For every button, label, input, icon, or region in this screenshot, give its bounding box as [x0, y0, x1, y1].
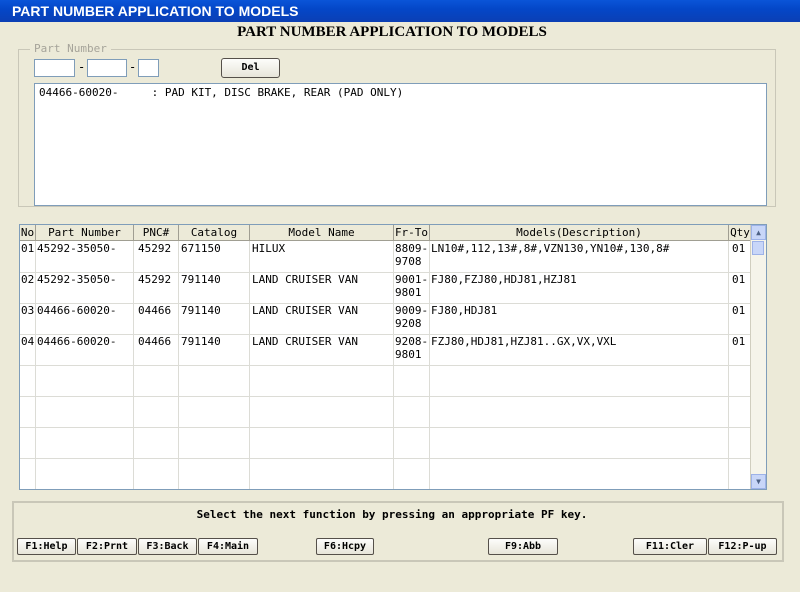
- row-2-part-number[interactable]: 45292-35050-: [37, 274, 116, 286]
- row-divider: [20, 334, 753, 335]
- instruction-message: Select the next function by pressing an …: [196, 508, 588, 521]
- column-header-qty[interactable]: Qty: [729, 225, 752, 241]
- row-4-to[interactable]: 9801: [395, 349, 422, 361]
- column-header-catalog[interactable]: Catalog: [179, 225, 250, 241]
- part-number-dash-1: -: [78, 60, 86, 74]
- part-number-dash-2: -: [129, 60, 137, 74]
- column-header-no[interactable]: No: [20, 225, 36, 241]
- scroll-up-icon[interactable]: ▲: [751, 225, 766, 240]
- row-4-models-description[interactable]: FZJ80,HDJ81,HZJ81..GX,VX,VXL: [431, 336, 616, 348]
- f11-clear-button[interactable]: F11:Cler: [633, 538, 707, 555]
- row-1-model-name[interactable]: HILUX: [252, 243, 285, 255]
- part-number-field-2[interactable]: [87, 59, 127, 77]
- f2-print-button[interactable]: F2:Prnt: [77, 538, 137, 555]
- row-3-to[interactable]: 9208: [395, 318, 422, 330]
- row-divider: [20, 365, 753, 366]
- column-header-pnc[interactable]: PNC#: [134, 225, 179, 241]
- row-2-from[interactable]: 9001-: [395, 274, 428, 286]
- f1-help-button[interactable]: F1:Help: [17, 538, 76, 555]
- row-3-model-name[interactable]: LAND CRUISER VAN: [252, 305, 358, 317]
- row-1-models-description[interactable]: LN10#,112,13#,8#,VZN130,YN10#,130,8#: [431, 243, 669, 255]
- row-4-catalog[interactable]: 791140: [181, 336, 221, 348]
- row-divider: [20, 303, 753, 304]
- scroll-thumb[interactable]: [752, 241, 764, 255]
- row-3-qty[interactable]: 01: [732, 305, 745, 317]
- row-3-no[interactable]: 03: [21, 305, 34, 317]
- column-header-model-name[interactable]: Model Name: [250, 225, 394, 241]
- row-1-to[interactable]: 9708: [395, 256, 422, 268]
- row-1-pnc[interactable]: 45292: [138, 243, 171, 255]
- row-4-qty[interactable]: 01: [732, 336, 745, 348]
- row-2-to[interactable]: 9801: [395, 287, 422, 299]
- row-3-models-description[interactable]: FJ80,HDJ81: [431, 305, 497, 317]
- row-divider: [20, 272, 753, 273]
- row-2-no[interactable]: 02: [21, 274, 34, 286]
- row-3-catalog[interactable]: 791140: [181, 305, 221, 317]
- row-divider: [20, 396, 753, 397]
- row-4-model-name[interactable]: LAND CRUISER VAN: [252, 336, 358, 348]
- f6-hardcopy-button[interactable]: F6:Hcpy: [316, 538, 374, 555]
- part-description-area[interactable]: 04466-60020- : PAD KIT, DISC BRAKE, REAR…: [34, 83, 767, 206]
- page-title: PART NUMBER APPLICATION TO MODELS: [237, 24, 547, 40]
- row-2-model-name[interactable]: LAND CRUISER VAN: [252, 274, 358, 286]
- row-divider: [20, 427, 753, 428]
- row-1-from[interactable]: 8809-: [395, 243, 428, 255]
- f3-back-button[interactable]: F3:Back: [138, 538, 197, 555]
- window-title-bar: PART NUMBER APPLICATION TO MODELS: [0, 0, 800, 22]
- models-grid[interactable]: No Part Number PNC# Catalog Model Name F…: [19, 224, 767, 490]
- row-3-part-number[interactable]: 04466-60020-: [37, 305, 116, 317]
- del-button[interactable]: Del: [221, 58, 280, 78]
- column-header-fr-to[interactable]: Fr-To: [394, 225, 430, 241]
- scroll-down-icon[interactable]: ▼: [751, 474, 766, 489]
- column-header-part-number[interactable]: Part Number: [36, 225, 134, 241]
- row-1-no[interactable]: 01: [21, 243, 34, 255]
- row-2-pnc[interactable]: 45292: [138, 274, 171, 286]
- row-3-pnc[interactable]: 04466: [138, 305, 171, 317]
- row-3-from[interactable]: 9009-: [395, 305, 428, 317]
- row-4-from[interactable]: 9208-: [395, 336, 428, 348]
- row-1-catalog[interactable]: 671150: [181, 243, 221, 255]
- row-divider: [20, 458, 753, 459]
- f4-main-button[interactable]: F4:Main: [198, 538, 258, 555]
- row-1-qty[interactable]: 01: [732, 243, 745, 255]
- row-4-part-number[interactable]: 04466-60020-: [37, 336, 116, 348]
- row-4-no[interactable]: 04: [21, 336, 34, 348]
- part-number-field-1[interactable]: [34, 59, 75, 77]
- grid-vertical-scrollbar[interactable]: ▲ ▼: [750, 225, 766, 489]
- row-4-pnc[interactable]: 04466: [138, 336, 171, 348]
- row-2-catalog[interactable]: 791140: [181, 274, 221, 286]
- f9-abbreviation-button[interactable]: F9:Abb: [488, 538, 558, 555]
- f12-popup-button[interactable]: F12:P-up: [708, 538, 777, 555]
- row-1-part-number[interactable]: 45292-35050-: [37, 243, 116, 255]
- row-2-models-description[interactable]: FJ80,FZJ80,HDJ81,HZJ81: [431, 274, 577, 286]
- column-header-models-description[interactable]: Models(Description): [430, 225, 729, 241]
- row-2-qty[interactable]: 01: [732, 274, 745, 286]
- part-number-field-3[interactable]: [138, 59, 159, 77]
- part-number-group-legend: Part Number: [30, 42, 111, 55]
